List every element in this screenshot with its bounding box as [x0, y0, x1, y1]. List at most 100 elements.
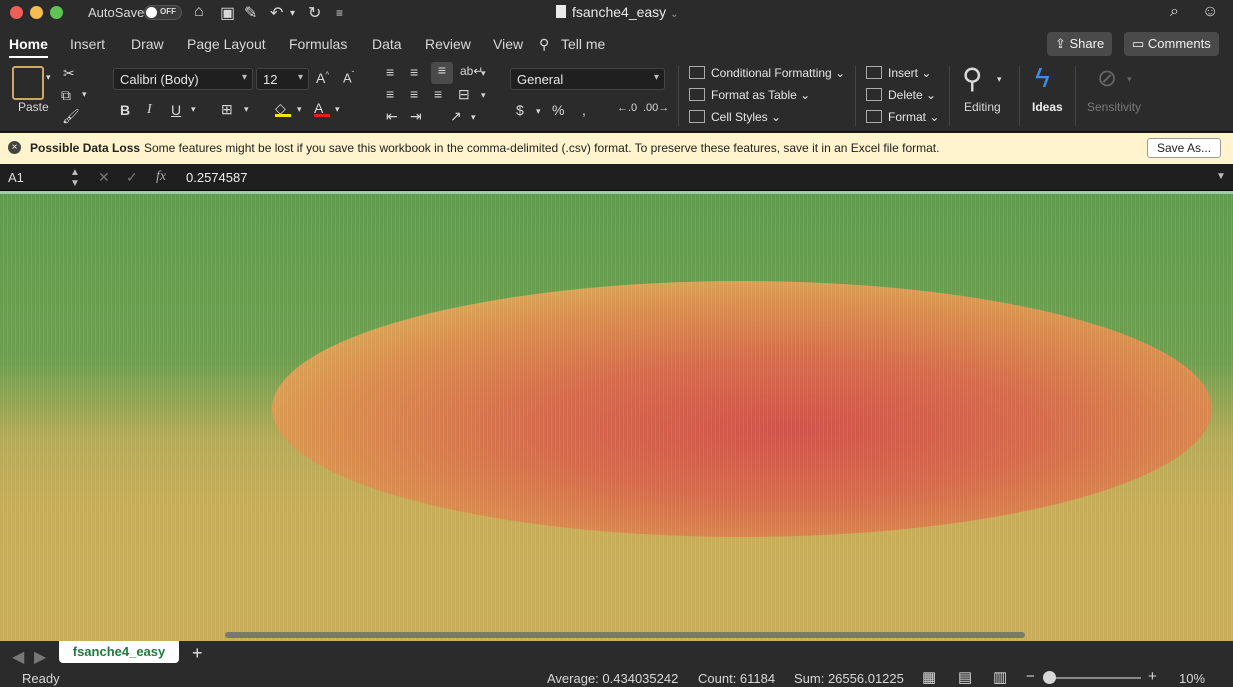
- align-right-icon[interactable]: ≡: [434, 86, 442, 102]
- paste-icon[interactable]: [12, 66, 44, 100]
- decrease-font-size-icon[interactable]: Aˇ: [343, 70, 354, 85]
- zoom-slider[interactable]: [1043, 671, 1141, 684]
- format-as-table-button[interactable]: Format as Table ⌄: [689, 88, 810, 102]
- wrap-text-dropdown-icon[interactable]: ▾: [481, 68, 486, 79]
- tab-review[interactable]: Review: [425, 36, 471, 52]
- formula-input[interactable]: 0.2574587: [186, 170, 247, 185]
- tab-draw[interactable]: Draw: [131, 36, 164, 52]
- number-format-select[interactable]: General ▾: [510, 68, 665, 90]
- decrease-indent-icon[interactable]: ⇤: [386, 108, 398, 125]
- format-cells-button[interactable]: Format ⌄: [866, 110, 939, 124]
- worksheet-grid[interactable]: [0, 191, 1233, 641]
- sensitivity-button[interactable]: Sensitivity: [1087, 100, 1141, 114]
- paste-dropdown-icon[interactable]: ▾: [46, 72, 51, 83]
- lightbulb-icon[interactable]: ⚲: [539, 36, 549, 53]
- currency-icon[interactable]: $: [516, 102, 524, 118]
- increase-font-size-icon[interactable]: A^: [316, 70, 329, 86]
- merge-center-icon[interactable]: ⊟: [458, 86, 470, 103]
- comma-style-icon[interactable]: ,: [582, 102, 586, 118]
- name-box[interactable]: A1: [8, 170, 24, 185]
- undo-dropdown-icon[interactable]: ▾: [290, 8, 295, 19]
- page-layout-view-icon[interactable]: ▤: [958, 668, 972, 686]
- wrap-text-icon[interactable]: ab↵: [460, 64, 483, 78]
- expand-formula-bar-icon[interactable]: ▼: [1216, 171, 1226, 182]
- autosave-toggle[interactable]: OFF: [144, 5, 182, 20]
- bold-icon[interactable]: B: [120, 102, 130, 118]
- enter-formula-icon[interactable]: ✓: [126, 169, 138, 186]
- cancel-formula-icon[interactable]: ✕: [98, 169, 110, 186]
- percent-icon[interactable]: %: [552, 102, 564, 118]
- next-sheet-icon[interactable]: ▶: [34, 647, 46, 667]
- horizontal-scrollbar[interactable]: [225, 632, 1025, 638]
- redo-icon[interactable]: ↻: [308, 3, 321, 23]
- editing-button[interactable]: Editing: [964, 100, 1001, 114]
- zoom-window-button[interactable]: [50, 6, 63, 19]
- sensitivity-dropdown-icon[interactable]: ▾: [1127, 74, 1132, 85]
- currency-dropdown-icon[interactable]: ▾: [536, 106, 541, 117]
- tab-insert[interactable]: Insert: [70, 36, 105, 52]
- normal-view-icon[interactable]: ▦: [922, 668, 936, 686]
- customize-toolbar-icon[interactable]: ≡: [336, 6, 343, 20]
- decrease-decimal-icon[interactable]: .00→: [643, 102, 669, 114]
- borders-dropdown-icon[interactable]: ▾: [244, 104, 249, 115]
- comments-button[interactable]: ▭ Comments: [1124, 32, 1219, 56]
- add-sheet-icon[interactable]: +: [192, 643, 203, 664]
- sheet-tab-active[interactable]: fsanche4_easy: [59, 641, 179, 663]
- editing-dropdown-icon[interactable]: ▾: [997, 74, 1002, 85]
- tab-page-layout[interactable]: Page Layout: [187, 36, 266, 52]
- editing-search-icon[interactable]: ⚲: [962, 62, 983, 95]
- ideas-button[interactable]: Ideas: [1032, 100, 1063, 114]
- close-window-button[interactable]: [10, 6, 23, 19]
- ideas-lightning-icon[interactable]: ϟ: [1035, 62, 1050, 94]
- zoom-level[interactable]: 10%: [1179, 671, 1205, 686]
- align-left-icon[interactable]: ≡: [386, 86, 394, 102]
- font-color-dropdown-icon[interactable]: ▾: [335, 104, 340, 115]
- increase-indent-icon[interactable]: ⇥: [410, 108, 422, 125]
- undo-icon[interactable]: ↶: [270, 3, 283, 23]
- merge-dropdown-icon[interactable]: ▾: [481, 90, 486, 101]
- previous-sheet-icon[interactable]: ◀: [12, 647, 24, 667]
- fill-color-dropdown-icon[interactable]: ▾: [297, 104, 302, 115]
- orientation-dropdown-icon[interactable]: ▾: [471, 112, 476, 123]
- delete-cells-button[interactable]: Delete ⌄: [866, 88, 936, 102]
- underline-icon[interactable]: U: [171, 102, 181, 118]
- paste-label[interactable]: Paste: [18, 100, 49, 114]
- zoom-out-icon[interactable]: −: [1026, 668, 1035, 685]
- format-painter-icon[interactable]: 🖌: [62, 108, 80, 125]
- page-break-view-icon[interactable]: ▥: [993, 668, 1007, 686]
- orientation-icon[interactable]: ↗: [450, 108, 462, 125]
- font-size-select[interactable]: 12 ▾: [256, 68, 309, 90]
- cell-styles-button[interactable]: Cell Styles ⌄: [689, 110, 781, 124]
- close-warning-icon[interactable]: ×: [8, 141, 21, 154]
- tab-formulas[interactable]: Formulas: [289, 36, 347, 52]
- tab-view[interactable]: View: [493, 36, 523, 52]
- zoom-slider-handle[interactable]: [1043, 671, 1056, 684]
- increase-decimal-icon[interactable]: ←.0: [617, 102, 637, 114]
- conditional-formatting-button[interactable]: Conditional Formatting ⌄: [689, 66, 845, 80]
- align-bottom-icon[interactable]: ≡: [431, 62, 453, 84]
- share-button[interactable]: ⇪ Share: [1047, 32, 1113, 56]
- underline-dropdown-icon[interactable]: ▾: [191, 104, 196, 115]
- save-as-button[interactable]: Save As...: [1147, 138, 1222, 158]
- sensitivity-icon[interactable]: ⊘: [1097, 64, 1117, 93]
- copy-dropdown-icon[interactable]: ▾: [82, 89, 87, 100]
- zoom-in-icon[interactable]: +: [1148, 668, 1157, 685]
- align-middle-icon[interactable]: ≡: [410, 64, 418, 80]
- align-top-icon[interactable]: ≡: [386, 64, 394, 80]
- insert-cells-button[interactable]: Insert ⌄: [866, 66, 931, 80]
- minimize-window-button[interactable]: [30, 6, 43, 19]
- borders-icon[interactable]: ⊞: [221, 101, 233, 118]
- tell-me-search[interactable]: Tell me: [561, 36, 605, 52]
- align-center-icon[interactable]: ≡: [410, 86, 418, 102]
- font-color-icon[interactable]: A: [314, 100, 330, 117]
- home-icon[interactable]: ⌂: [194, 3, 204, 21]
- edit-document-icon[interactable]: ✎: [244, 3, 257, 23]
- insert-function-icon[interactable]: fx: [156, 169, 166, 185]
- search-icon[interactable]: ⌕: [1170, 3, 1179, 21]
- tab-data[interactable]: Data: [372, 36, 402, 52]
- cut-icon[interactable]: ✂: [63, 65, 75, 82]
- font-name-select[interactable]: Calibri (Body) ▾: [113, 68, 253, 90]
- smiley-feedback-icon[interactable]: ☺: [1202, 3, 1218, 21]
- italic-icon[interactable]: I: [147, 102, 152, 118]
- copy-icon[interactable]: ⧉: [61, 87, 71, 104]
